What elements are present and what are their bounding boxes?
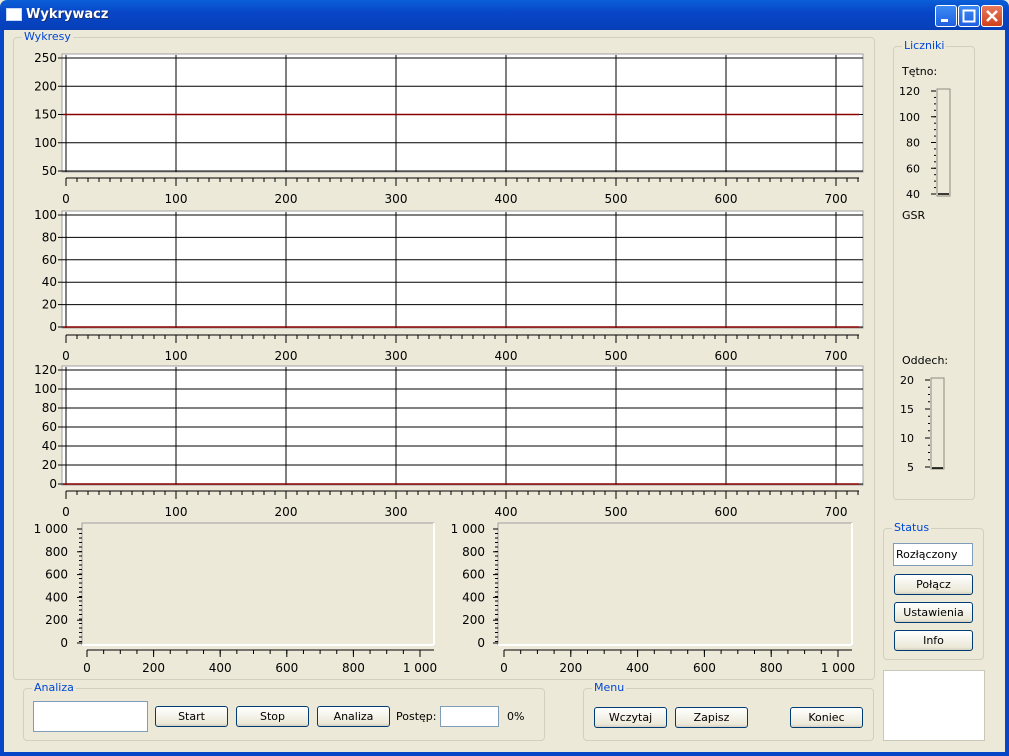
x-tick-label: 500 [605,505,628,519]
y-tick-label: 40 [42,275,57,289]
x-tick-label: 1 000 [821,661,855,675]
x-tick-label: 100 [165,349,188,363]
y-tick-label: 800 [45,545,68,559]
stop-button[interactable]: Stop [236,706,309,727]
counters-group-label: Liczniki [902,39,947,52]
y-tick-label: 80 [42,230,57,244]
load-button[interactable]: Wczytaj [594,707,667,728]
x-tick-label: 600 [693,661,716,675]
progress-value: 0% [507,710,525,723]
breath-label: Oddech: [902,354,949,367]
menu-group-label: Menu [592,681,627,694]
analyze-button[interactable]: Analiza [317,706,390,727]
save-button[interactable]: Zapisz [675,707,748,728]
y-tick-label: 1 000 [451,522,485,536]
x-tick-label: 700 [825,349,848,363]
x-tick-label: 200 [275,349,298,363]
y-tick-label: 120 [34,363,57,377]
y-tick-label: 0 [60,636,68,650]
y-tick-label: 800 [462,545,485,559]
preview-box [883,670,985,741]
x-tick-label: 400 [495,349,518,363]
x-tick-label: 1 000 [403,661,437,675]
x-tick-label: 800 [760,661,783,675]
y-tick-label: 150 [34,108,57,122]
analysis-output-field[interactable] [33,701,148,732]
progress-field [440,706,499,727]
pulse-label: Tętno: [902,65,938,78]
y-tick-label: 200 [45,613,68,627]
x-tick-label: 600 [275,661,298,675]
x-tick-label: 400 [495,505,518,519]
x-tick-label: 500 [605,192,628,206]
x-tick-label: 300 [385,349,408,363]
small-plot-area [497,522,853,646]
x-tick-label: 700 [825,505,848,519]
y-tick-label: 0 [477,636,485,650]
status-group-label: Status [892,521,932,534]
y-tick-label: 0 [49,477,57,491]
y-tick-label: 250 [34,51,57,65]
x-tick-label: 700 [825,192,848,206]
counters-group: Liczniki [893,39,975,500]
y-tick-label: 400 [462,590,485,604]
y-tick-label: 600 [462,568,485,582]
analysis-group-label: Analiza [32,681,76,694]
small-plot-area [81,522,435,646]
connection-status-field: Rozłączony [893,543,973,566]
x-tick-label: 200 [275,192,298,206]
x-tick-label: 300 [385,505,408,519]
plots-canvas: 250200150100500 100 200 300 400 500 600 7001008… [34,51,951,675]
plot-area [61,210,864,329]
x-tick-label: 600 [715,192,738,206]
y-tick-label: 400 [45,590,68,604]
y-tick-label: 60 [42,253,57,267]
y-tick-label: 20 [42,458,57,472]
x-tick-label: 400 [495,192,518,206]
start-button[interactable]: Start [155,706,228,727]
plot-area [61,53,864,173]
x-tick-label: 600 [715,505,738,519]
y-tick-label: 1 000 [34,522,68,536]
y-tick-label: 100 [34,208,57,222]
x-tick-label: 0 [62,505,70,519]
x-tick-label: 500 [605,349,628,363]
x-tick-label: 200 [559,661,582,675]
y-tick-label: 0 [49,320,57,334]
x-tick-label: 300 [385,192,408,206]
x-tick-label: 200 [142,661,165,675]
connect-button[interactable]: Połącz [894,574,973,595]
y-tick-label: 100 [34,136,57,150]
y-tick-label: 200 [34,79,57,93]
progress-label: Postęp: [396,710,437,723]
x-tick-label: 200 [275,505,298,519]
info-button[interactable]: Info [894,630,973,651]
x-tick-label: 600 [715,349,738,363]
y-tick-label: 600 [45,568,68,582]
x-tick-label: 800 [342,661,365,675]
y-tick-label: 20 [42,298,57,312]
x-tick-label: 0 [83,661,91,675]
settings-button[interactable]: Ustawienia [894,602,973,623]
exit-button[interactable]: Koniec [790,707,863,728]
gsr-label: GSR [902,209,926,222]
y-tick-label: 40 [42,439,57,453]
x-tick-label: 100 [165,192,188,206]
y-tick-label: 50 [42,164,57,178]
y-tick-label: 60 [42,420,57,434]
y-tick-label: 80 [42,401,57,415]
x-tick-label: 100 [165,505,188,519]
plot-area [61,365,864,486]
x-tick-label: 0 [62,192,70,206]
x-tick-label: 0 [500,661,508,675]
x-tick-label: 400 [626,661,649,675]
y-tick-label: 200 [462,613,485,627]
x-tick-label: 0 [62,349,70,363]
x-tick-label: 400 [209,661,232,675]
y-tick-label: 100 [34,382,57,396]
